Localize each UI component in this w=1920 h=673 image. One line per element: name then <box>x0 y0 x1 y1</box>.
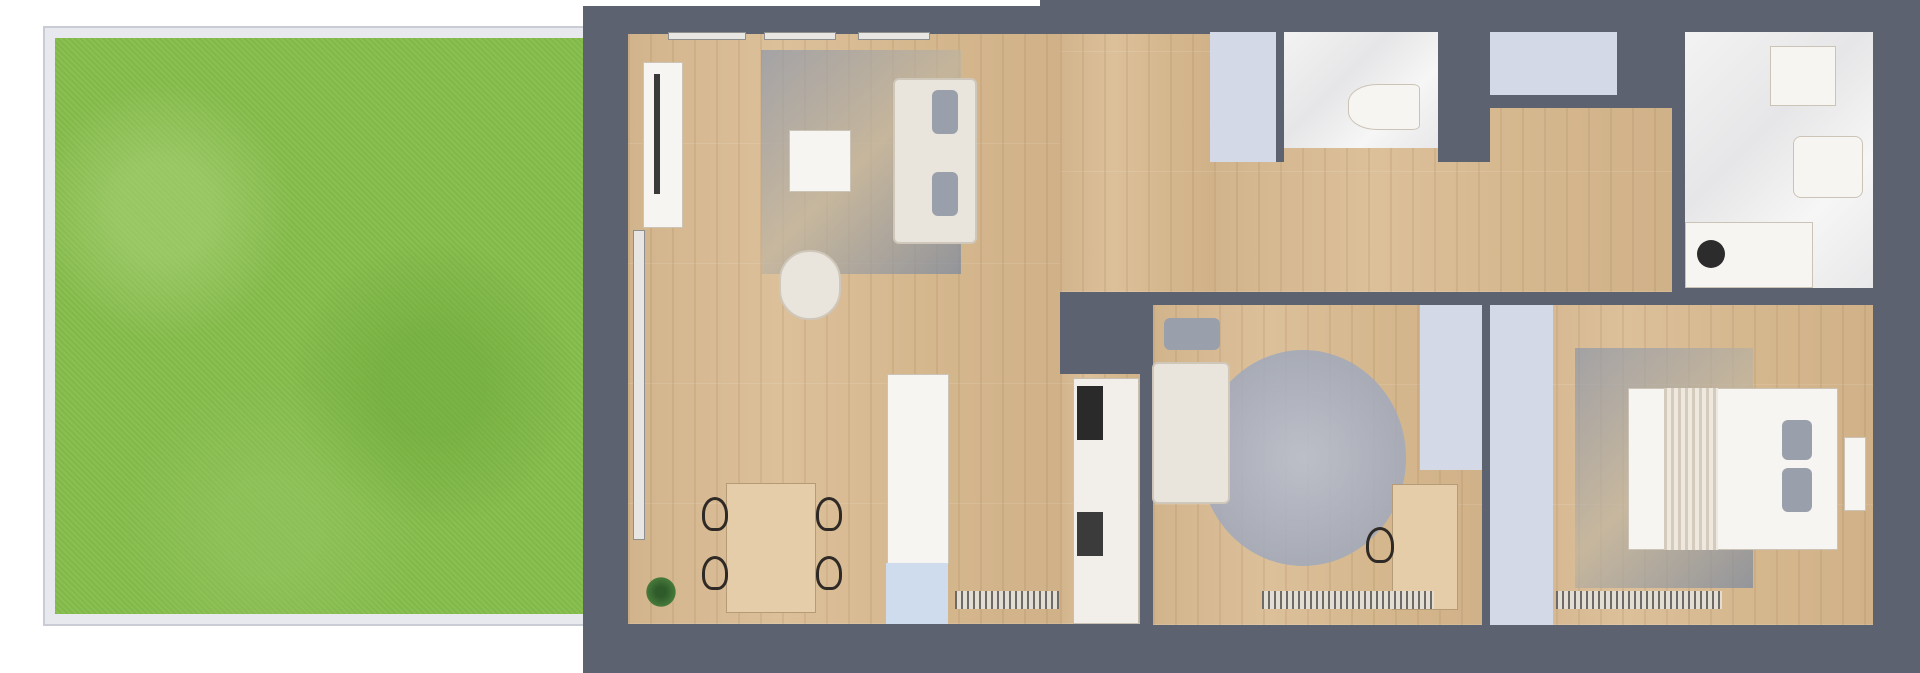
tv <box>654 74 660 194</box>
interior-wall-corridor <box>1060 292 1873 300</box>
bedroom-1-chair <box>1366 527 1394 563</box>
sofa-pillow-2 <box>932 172 958 216</box>
bed-throw <box>1664 388 1718 550</box>
kitchen-island <box>887 374 949 564</box>
sofa-pillow-1 <box>932 90 958 134</box>
bedroom-2-radiator <box>1556 591 1722 609</box>
interior-wall-wc <box>1276 32 1284 162</box>
cooktop <box>1077 386 1103 440</box>
window-top-3 <box>858 32 930 40</box>
bedroom-2-wardrobe <box>1490 305 1553 625</box>
lawn-area <box>55 38 595 614</box>
dining-table <box>726 483 816 613</box>
plant-icon <box>644 575 678 609</box>
interior-wall-kitchen <box>1060 294 1146 374</box>
bathroom-sink <box>1793 136 1863 198</box>
bed-pillow-2 <box>1782 468 1812 512</box>
wall-picture <box>1844 437 1866 511</box>
living-room-radiator <box>955 591 1059 609</box>
bedroom-1-wardrobe <box>1420 305 1482 470</box>
window-living-left <box>633 230 645 540</box>
washing-machine <box>1770 46 1836 106</box>
bedroom-1-pillow <box>1164 318 1220 350</box>
dining-chair-3 <box>816 497 842 531</box>
toilet <box>1348 84 1420 130</box>
dining-chair-1 <box>702 497 728 531</box>
interior-wall-hall <box>1438 32 1490 162</box>
armchair <box>779 250 841 320</box>
kitchen-sink <box>1077 512 1103 556</box>
window-top-2 <box>764 32 836 40</box>
hall-closet-2 <box>1490 32 1617 95</box>
bedroom-1-radiator <box>1262 591 1434 609</box>
shower-drain-icon <box>1697 240 1725 268</box>
coffee-table <box>789 130 851 192</box>
interior-wall-bath-right <box>1873 32 1920 626</box>
kitchen-island-end <box>886 563 948 624</box>
tv-console <box>643 62 683 228</box>
hall-closet-1 <box>1210 32 1276 162</box>
bed-pillow-1 <box>1782 420 1812 460</box>
interior-wall-bath <box>1672 32 1685 292</box>
hallway-floor <box>1060 34 1214 292</box>
dining-chair-4 <box>816 556 842 590</box>
dining-chair-2 <box>702 556 728 590</box>
bedroom-1-sofa-bed <box>1152 362 1230 504</box>
window-top-1 <box>668 32 746 40</box>
interior-wall-bedrooms <box>1482 300 1490 626</box>
